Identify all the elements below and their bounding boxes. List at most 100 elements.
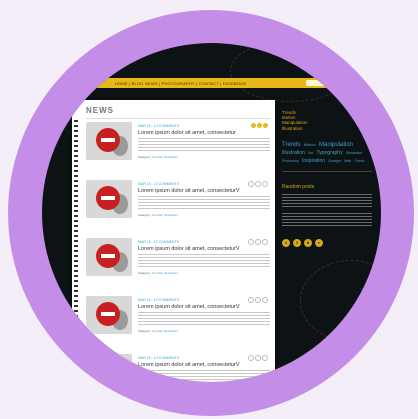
- post-excerpt: [138, 254, 270, 268]
- blog-icon[interactable]: b: [304, 238, 312, 247]
- screenshot-circle: HOME | BLOG NEWS | PHOTOGRAPHY | CONTACT…: [42, 43, 381, 382]
- category-tags[interactable]: Tutorial | Illustration: [152, 271, 178, 275]
- post-excerpt: [138, 312, 270, 326]
- star-icon: [257, 123, 262, 128]
- star-icon: [262, 181, 268, 187]
- post-category: Category: Tutorial | Illustration: [138, 329, 178, 333]
- page-title: NEWS: [86, 106, 114, 115]
- tag-cloud-link[interactable]: Trends: [282, 142, 300, 148]
- post-meta: MAR 15 - 12 COMMENTS: [138, 124, 179, 128]
- star-icon: [262, 355, 268, 361]
- post-excerpt: [138, 196, 270, 210]
- star-icon: [248, 355, 254, 361]
- rating-icons[interactable]: [251, 123, 268, 128]
- post-title[interactable]: Lorem ipsum dolor sit amet, consecteturV: [138, 304, 240, 310]
- post-excerpt: [138, 138, 270, 152]
- star-icon: [248, 239, 254, 245]
- top-navbar: HOME | BLOG NEWS | PHOTOGRAPHY | CONTACT…: [60, 78, 381, 88]
- rating-icons[interactable]: [248, 355, 268, 361]
- post-category: Category: Tutorial | Illustration: [138, 213, 178, 217]
- post-title[interactable]: Lorem ipsum dolor sit amet, consecteturV: [138, 246, 240, 252]
- rss-icon[interactable]: r: [315, 238, 323, 247]
- no-entry-icon: [96, 128, 120, 152]
- tag-cloud-link[interactable]: Manipulation: [319, 142, 353, 148]
- post-meta-text[interactable]: MAR 15 - 12 COMMENTS: [138, 124, 179, 128]
- tag-cloud: Trends Motion Manipulation Illustration …: [282, 141, 372, 165]
- rating-icons[interactable]: [248, 239, 268, 245]
- tag-cloud-link[interactable]: Illustration: [282, 150, 305, 156]
- post-meta-text[interactable]: MAR 15 - 12 COMMENTS: [138, 298, 179, 302]
- tag-cloud-link[interactable]: Web: [344, 159, 351, 163]
- post-meta: MAR 15 - 12 COMMENTS: [138, 240, 179, 244]
- spiral-binding: [74, 120, 78, 382]
- no-entry-icon: [96, 186, 120, 210]
- sidebar-category-link[interactable]: Illustration: [282, 126, 372, 131]
- no-entry-icon: [96, 302, 120, 326]
- star-icon: [251, 123, 256, 128]
- post-excerpt: [138, 370, 270, 382]
- sidebar: Trends Motion Manipulation Illustration Tre…: [282, 110, 372, 247]
- category-label: Category:: [138, 213, 152, 217]
- social-links: tfbr: [282, 238, 372, 247]
- post-title[interactable]: Lorem ipsum dolor sit amet, consectetur: [138, 130, 236, 136]
- website-preview: HOME | BLOG NEWS | PHOTOGRAPHY | CONTACT…: [42, 43, 381, 382]
- news-item[interactable]: MAR 15 - 12 COMMENTS Lorem ipsum dolor si…: [86, 354, 272, 382]
- search-input[interactable]: [306, 80, 346, 86]
- thumbnail[interactable]: [86, 238, 132, 276]
- star-icon: [262, 297, 268, 303]
- thumbnail[interactable]: [86, 180, 132, 218]
- news-item[interactable]: MAR 15 - 12 COMMENTS Lorem ipsum dolor si…: [86, 296, 272, 350]
- category-tags[interactable]: Tutorial | Illustration: [152, 329, 178, 333]
- post-meta: MAR 15 - 12 COMMENTS: [138, 298, 179, 302]
- thumbnail[interactable]: [86, 296, 132, 334]
- post-meta: MAR 15 - 12 COMMENTS: [138, 182, 179, 186]
- post-excerpt: [282, 193, 372, 208]
- star-icon: [262, 239, 268, 245]
- star-icon: [255, 239, 261, 245]
- thumbnail[interactable]: [86, 122, 132, 160]
- tag-cloud-link[interactable]: Art: [308, 150, 313, 155]
- rating-icons[interactable]: [248, 181, 268, 187]
- twitter-icon[interactable]: t: [282, 238, 290, 247]
- thumbnail[interactable]: [86, 354, 132, 382]
- star-icon: [248, 181, 254, 187]
- facebook-icon[interactable]: f: [293, 238, 301, 247]
- tag-cloud-link[interactable]: Illustrator: [346, 150, 362, 155]
- category-tags[interactable]: Tutorial | Illustration: [152, 213, 178, 217]
- tag-cloud-link[interactable]: Typography: [316, 150, 342, 156]
- post-title[interactable]: Lorem ipsum dolor sit amet, consecteturV: [138, 188, 240, 194]
- rating-icons[interactable]: [248, 297, 268, 303]
- star-icon: [255, 355, 261, 361]
- tag-cloud-link[interactable]: Fonts: [354, 158, 364, 163]
- post-category: Category: Tutorial | Illustration: [138, 271, 178, 275]
- news-item[interactable]: MAR 15 - 12 COMMENTS Lorem ipsum dolor si…: [86, 180, 272, 234]
- post-title[interactable]: Lorem ipsum dolor sit amet, consecteturV: [138, 362, 240, 368]
- news-item[interactable]: MAR 15 - 12 COMMENTS Lorem ipsum dolor si…: [86, 238, 272, 292]
- section-title: Random posts: [282, 183, 315, 190]
- news-item[interactable]: MAR 15 - 12 COMMENTS Lorem ipsum dolor si…: [86, 122, 272, 176]
- star-icon: [263, 123, 268, 128]
- category-list: Trends Motion Manipulation Illustration: [282, 110, 372, 131]
- star-icon: [248, 297, 254, 303]
- post-meta-text[interactable]: MAR 15 - 12 COMMENTS: [138, 182, 179, 186]
- post-excerpt: [282, 212, 372, 227]
- tag-cloud-link[interactable]: Photoshop: [282, 159, 299, 163]
- category-label: Category:: [138, 329, 152, 333]
- no-entry-icon: [96, 360, 120, 382]
- post-meta-text[interactable]: MAR 15 - 12 COMMENTS: [138, 240, 179, 244]
- category-label: Category:: [138, 271, 152, 275]
- star-icon: [255, 181, 261, 187]
- tag-cloud-link[interactable]: Inspiration: [302, 158, 325, 164]
- category-tags[interactable]: Tutorial | Illustration: [152, 155, 178, 159]
- tag-cloud-link[interactable]: Motion: [304, 142, 316, 147]
- no-entry-icon: [96, 244, 120, 268]
- decor-swirl: [230, 43, 352, 102]
- post-meta: MAR 15 - 12 COMMENTS: [138, 356, 179, 360]
- divider: [282, 170, 372, 172]
- star-icon: [255, 297, 261, 303]
- nav-links[interactable]: HOME | BLOG NEWS | PHOTOGRAPHY | CONTACT…: [60, 81, 246, 86]
- post-meta-text[interactable]: MAR 15 - 12 COMMENTS: [138, 356, 179, 360]
- category-label: Category:: [138, 155, 152, 159]
- news-panel: NEWS MAR 15 - 12 COMMENTS Lorem ipsum dol…: [72, 100, 275, 382]
- tag-cloud-link[interactable]: Design: [328, 158, 340, 163]
